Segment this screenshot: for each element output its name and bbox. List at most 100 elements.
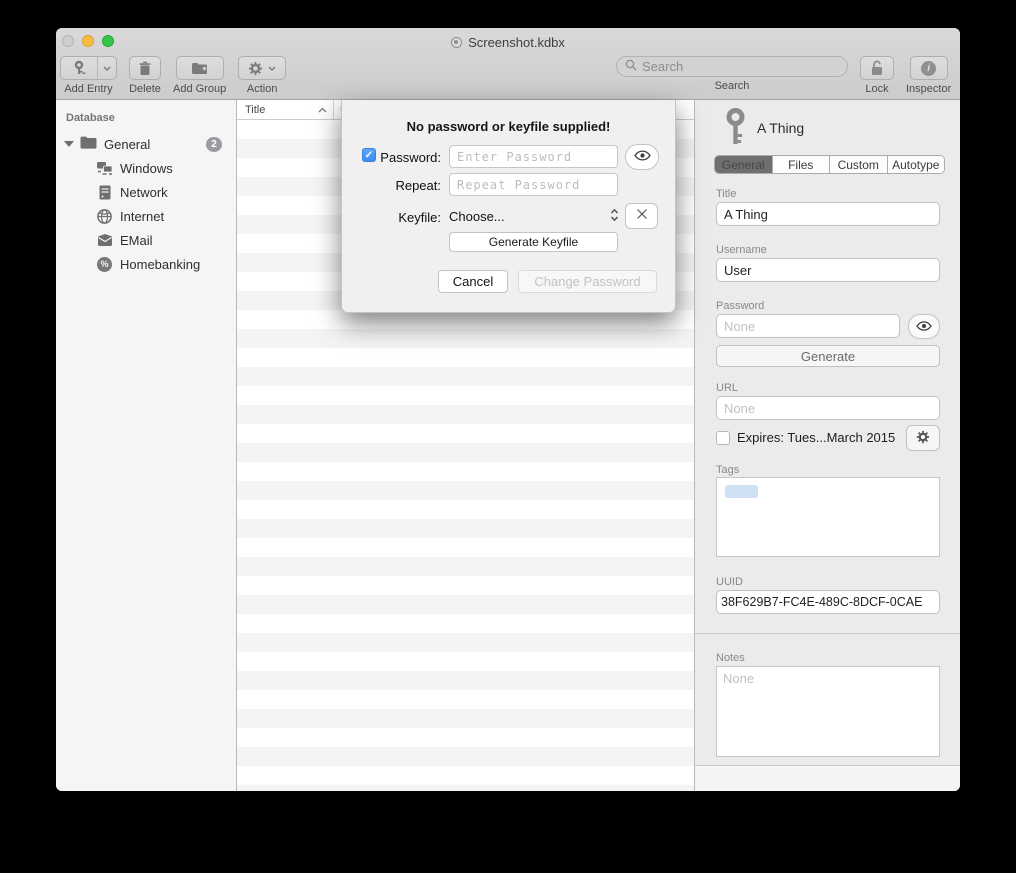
username-field-label: Username <box>716 244 767 256</box>
folder-icon <box>80 136 97 152</box>
reveal-password-button[interactable] <box>625 144 659 170</box>
eye-icon <box>634 148 651 166</box>
expires-label: Expires: Tues...March 2015 <box>737 430 895 445</box>
trash-icon <box>138 61 152 76</box>
chevron-down-icon <box>268 66 276 71</box>
clear-keyfile-button[interactable] <box>625 203 658 229</box>
repeat-input[interactable] <box>449 173 618 196</box>
titlebar-toolbar: Screenshot.kdbx Add Entry <box>56 28 960 100</box>
url-field-label: URL <box>716 382 738 394</box>
envelope-icon <box>96 232 113 249</box>
window-title-area: Screenshot.kdbx <box>56 35 960 50</box>
document-icon <box>451 37 462 48</box>
tab-general[interactable]: General <box>715 156 773 173</box>
password-field-label: Password <box>716 300 764 312</box>
expires-row: Expires: Tues...March 2015 <box>716 430 895 445</box>
notes-field[interactable] <box>716 666 940 757</box>
sidebar-item-windows[interactable]: Windows <box>56 156 236 180</box>
title-field[interactable] <box>716 202 940 226</box>
sidebar-item-label: Internet <box>120 209 164 224</box>
search-field[interactable] <box>616 56 848 77</box>
entry-title: A Thing <box>757 120 804 136</box>
eye-icon <box>916 319 932 334</box>
inspector-tabs: General Files Custom Autotype <box>714 155 945 174</box>
padlock-icon <box>870 60 884 76</box>
add-entry-dropdown[interactable] <box>98 57 116 79</box>
sidebar-item-label: EMail <box>120 233 153 248</box>
inspector-panel: A Thing General Files Custom Autotype Ti… <box>695 100 960 791</box>
sidebar-item-email[interactable]: EMail <box>56 228 236 252</box>
expires-checkbox[interactable] <box>716 431 730 445</box>
search-label: Search <box>715 80 750 92</box>
key-plus-icon <box>61 57 98 79</box>
window-title: Screenshot.kdbx <box>468 35 565 50</box>
tags-label: Tags <box>716 464 739 476</box>
action-label: Action <box>247 83 278 95</box>
add-entry-label: Add Entry <box>64 83 112 95</box>
password-input[interactable] <box>449 145 618 168</box>
tab-files[interactable]: Files <box>773 156 831 173</box>
keyfile-popup[interactable]: Choose... <box>449 203 619 229</box>
notes-label: Notes <box>716 652 745 664</box>
column-header-title[interactable]: Title <box>237 100 334 119</box>
sidebar-item-label: Homebanking <box>120 257 200 272</box>
change-password-button[interactable]: Change Password <box>518 270 657 293</box>
inspector-label: Inspector <box>906 83 951 95</box>
disclosure-triangle-icon[interactable] <box>64 141 74 147</box>
sidebar-item-label: Windows <box>120 161 173 176</box>
cancel-button[interactable]: Cancel <box>438 270 508 293</box>
expires-options-button[interactable] <box>906 425 940 451</box>
url-field[interactable] <box>716 396 940 420</box>
sidebar: Database General 2 Windows Network <box>56 100 237 791</box>
server-icon <box>96 184 113 201</box>
reveal-password-button[interactable] <box>908 314 940 339</box>
delete-label: Delete <box>129 83 161 95</box>
password-label: Password: <box>378 150 441 165</box>
inspector-button[interactable]: i <box>910 56 948 80</box>
tags-field[interactable] <box>716 477 940 557</box>
computers-network-icon <box>96 160 113 177</box>
sheet-message: No password or keyfile supplied! <box>342 119 675 134</box>
stepper-icon <box>610 208 619 225</box>
title-field-label: Title <box>716 188 736 200</box>
gear-icon <box>248 61 263 76</box>
delete-button[interactable] <box>129 56 161 80</box>
uuid-field[interactable] <box>716 590 940 614</box>
sort-ascending-icon <box>318 104 327 116</box>
info-icon: i <box>921 61 936 76</box>
app-window: Screenshot.kdbx Add Entry <box>56 28 960 791</box>
sidebar-item-network[interactable]: Network <box>56 180 236 204</box>
sidebar-item-label: General <box>104 137 150 152</box>
key-icon <box>725 108 746 149</box>
generate-keyfile-button[interactable]: Generate Keyfile <box>449 232 618 252</box>
folder-plus-icon <box>191 61 208 75</box>
action-button[interactable] <box>238 56 286 80</box>
sidebar-item-internet[interactable]: Internet <box>56 204 236 228</box>
generate-password-button[interactable]: Generate <box>716 345 940 367</box>
percent-circle-icon: % <box>96 256 113 273</box>
lock-label: Lock <box>865 83 888 95</box>
search-input[interactable] <box>642 59 839 74</box>
lock-button[interactable] <box>860 56 894 80</box>
add-entry-button[interactable] <box>60 56 117 80</box>
section-divider <box>695 633 960 634</box>
gear-icon <box>916 430 930 447</box>
repeat-label: Repeat: <box>378 178 441 193</box>
username-field[interactable] <box>716 258 940 282</box>
search-icon <box>625 58 637 76</box>
entry-count-badge: 2 <box>206 137 222 152</box>
add-group-label: Add Group <box>173 83 226 95</box>
password-field[interactable] <box>716 314 900 338</box>
tag-pill[interactable] <box>725 485 758 498</box>
globe-icon <box>96 208 113 225</box>
tab-custom[interactable]: Custom <box>830 156 888 173</box>
password-checkbox[interactable]: ✓ <box>362 148 376 162</box>
sidebar-item-homebanking[interactable]: % Homebanking <box>56 252 236 276</box>
sidebar-item-general[interactable]: General 2 <box>56 132 236 156</box>
uuid-label: UUID <box>716 576 743 588</box>
sidebar-header: Database <box>56 108 236 132</box>
add-group-button[interactable] <box>176 56 224 80</box>
password-change-sheet: No password or keyfile supplied! ✓ Passw… <box>341 100 676 313</box>
tab-autotype[interactable]: Autotype <box>888 156 945 173</box>
inspector-footer <box>695 766 960 791</box>
